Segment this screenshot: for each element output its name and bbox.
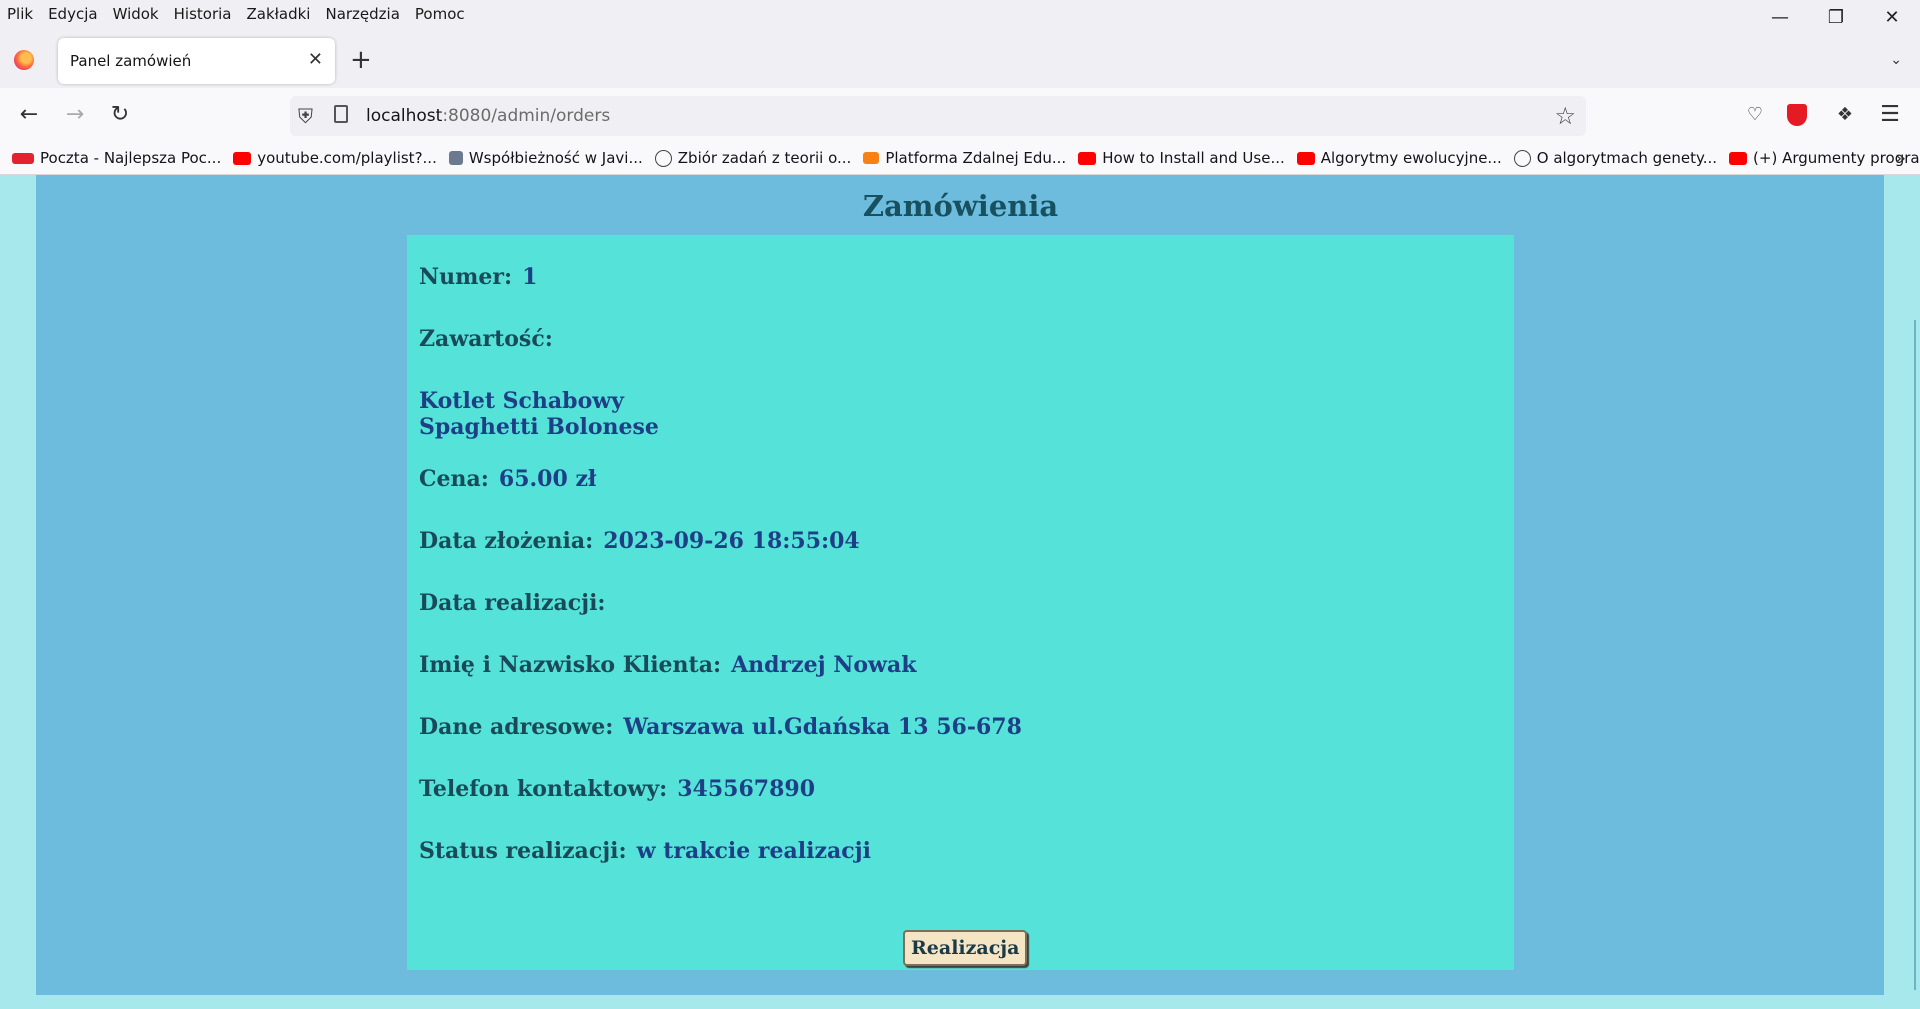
- order-phone: Telefon kontaktowy: 345567890: [419, 776, 816, 802]
- bookmark-star-icon[interactable]: ☆: [1554, 102, 1576, 130]
- bookmark-item[interactable]: (+) Argumenty progra...: [1729, 149, 1920, 167]
- list-item: Kotlet Schabowy: [419, 388, 624, 414]
- order-price-value: 65.00 zł: [498, 466, 597, 492]
- bookmark-item[interactable]: Zbiór zadań z teorii o...: [654, 149, 851, 167]
- order-client-name-value: Andrzej Nowak: [731, 652, 917, 678]
- order-completed-date: Data realizacji:: [419, 590, 606, 616]
- tracking-shield-icon[interactable]: ⛨: [298, 104, 313, 128]
- youtube-icon: [1729, 151, 1748, 165]
- order-number-value: 1: [522, 264, 538, 290]
- menu-pomoc[interactable]: Pomoc: [415, 5, 465, 23]
- pocket-icon[interactable]: ♡: [1742, 102, 1768, 128]
- order-contents-label: Zawartość:: [419, 326, 553, 352]
- new-tab-button[interactable]: +: [350, 47, 372, 73]
- order-status-value: w trakcie realizacji: [636, 838, 871, 864]
- order-items-list: Kotlet Schabowy Spaghetti Bolonese: [419, 388, 659, 440]
- bookmark-item[interactable]: How to Install and Use...: [1078, 149, 1285, 167]
- bookmark-item[interactable]: Poczta - Najlepsza Poc...: [12, 149, 221, 167]
- back-button[interactable]: ←: [16, 102, 42, 128]
- globe-icon: [1513, 149, 1531, 167]
- menu-plik[interactable]: Plik: [7, 5, 33, 23]
- menu-zakladki[interactable]: Zakładki: [246, 5, 310, 23]
- menu-edycja[interactable]: Edycja: [48, 5, 97, 23]
- youtube-icon: [1296, 151, 1315, 165]
- order-client-name: Imię i Nazwisko Klienta: Andrzej Nowak: [419, 652, 917, 678]
- menu-historia[interactable]: Historia: [174, 5, 232, 23]
- order-phone-value: 345567890: [677, 776, 816, 802]
- tab-title: Panel zamówień: [70, 52, 192, 70]
- list-item: Spaghetti Bolonese: [419, 414, 659, 440]
- realizacja-button[interactable]: Realizacja: [903, 930, 1028, 966]
- url-bar[interactable]: ⛨ localhost:8080/admin/orders ☆: [290, 96, 1586, 136]
- order-placed-date-value: 2023-09-26 18:55:04: [603, 528, 860, 554]
- order-placed-date: Data złożenia: 2023-09-26 18:55:04: [419, 528, 860, 554]
- wp-icon: [12, 152, 34, 164]
- url-path: :8080/admin/orders: [442, 106, 611, 126]
- menu-bar: Plik Edycja Widok Historia Zakładki Narz…: [0, 0, 1920, 28]
- forward-button[interactable]: →: [62, 102, 88, 128]
- youtube-icon: [233, 151, 252, 165]
- menu-icon[interactable]: ☰: [1877, 102, 1903, 128]
- order-status: Status realizacji: w trakcie realizacji: [419, 838, 871, 864]
- bookmark-item[interactable]: youtube.com/playlist?...: [233, 149, 437, 167]
- bookmark-item[interactable]: Współbieżność w Javi...: [448, 149, 643, 167]
- tab-list-chevron-icon[interactable]: ⌄: [1890, 52, 1902, 68]
- tab-panel-zamowien[interactable]: Panel zamówień ✕: [58, 38, 335, 84]
- page-title: Zamówienia: [862, 189, 1059, 223]
- youtube-icon: [1078, 151, 1097, 165]
- menu-widok[interactable]: Widok: [113, 5, 159, 23]
- scrollbar-thumb[interactable]: [1914, 320, 1916, 990]
- moodle-icon: [863, 152, 880, 164]
- site-icon: [448, 151, 463, 165]
- bookmark-item[interactable]: O algorytmach genety...: [1513, 149, 1717, 167]
- extensions-icon[interactable]: ❖: [1832, 102, 1858, 128]
- bookmark-item[interactable]: Algorytmy ewolucyjne...: [1296, 149, 1502, 167]
- order-address: Dane adresowe: Warszawa ul.Gdańska 13 56-…: [419, 714, 1022, 740]
- nav-bar: ← → ↻ ⛨ localhost:8080/admin/orders ☆ ♡ …: [0, 88, 1920, 142]
- page-background: Zamówienia Numer: 1 Zawartość: Kotlet Sch…: [0, 175, 1920, 1009]
- firefox-icon[interactable]: [14, 50, 34, 70]
- page-info-icon[interactable]: [334, 105, 348, 123]
- tab-close-icon[interactable]: ✕: [308, 49, 323, 70]
- url-host: localhost: [366, 106, 443, 126]
- bookmarks-overflow-chevron-icon[interactable]: »: [1895, 148, 1906, 169]
- scrollbar[interactable]: [1884, 175, 1920, 1009]
- tab-bar: Panel zamówień ✕ + ⌄: [0, 28, 1920, 88]
- order-address-value: Warszawa ul.Gdańska 13 56-678: [623, 714, 1022, 740]
- bookmark-item[interactable]: Platforma Zdalnej Edu...: [863, 149, 1066, 167]
- globe-icon: [654, 149, 672, 167]
- ublock-icon[interactable]: [1787, 104, 1807, 126]
- orders-panel: Zamówienia Numer: 1 Zawartość: Kotlet Sch…: [36, 175, 1885, 995]
- menu-narzedzia[interactable]: Narzędzia: [325, 5, 399, 23]
- order-price: Cena: 65.00 zł: [419, 466, 597, 492]
- bookmarks-bar: Poczta - Najlepsza Poc... youtube.com/pl…: [0, 142, 1920, 175]
- reload-button[interactable]: ↻: [107, 102, 133, 128]
- order-card: Numer: 1 Zawartość: Kotlet Schabowy Spagh…: [407, 235, 1514, 970]
- order-number: Numer: 1: [419, 264, 538, 290]
